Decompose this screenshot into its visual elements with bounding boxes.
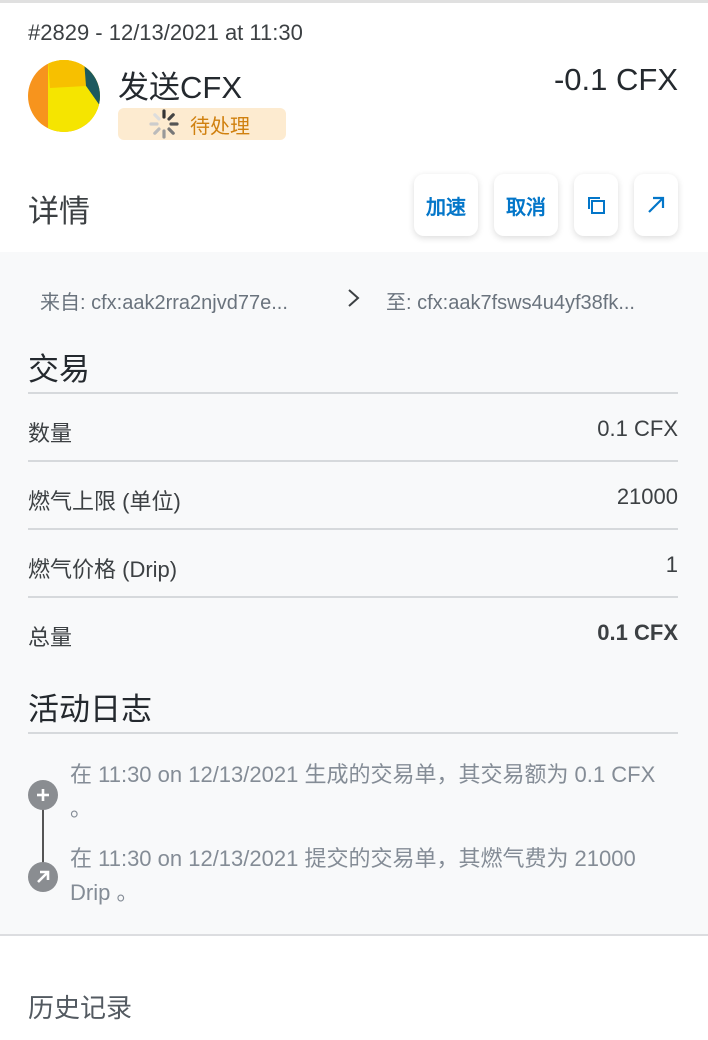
total-label: 总量 [28, 625, 73, 650]
details-heading: 详情 [28, 194, 90, 229]
divider [28, 460, 678, 462]
divider [28, 732, 678, 734]
speed-up-button[interactable]: 加速 [414, 174, 478, 236]
history-heading: 历史记录 [28, 993, 133, 1023]
to-address[interactable]: 至: cfx:aak7fsws4u4yf38fk... [386, 286, 635, 315]
gas-limit-value: 21000 [616, 484, 678, 509]
cancel-button[interactable]: 取消 [494, 174, 558, 236]
arrow-up-right-icon [28, 862, 58, 892]
trade-heading: 交易 [28, 352, 90, 387]
activity-entry: 在 11:30 on 12/13/2021 提交的交易单，其燃气费为 21000… [70, 846, 636, 905]
top-divider [0, 0, 708, 3]
copy-icon [588, 197, 605, 214]
gas-price-value: 1 [665, 552, 678, 577]
spinner-icon [149, 109, 179, 139]
divider [28, 528, 678, 530]
divider [28, 596, 678, 598]
gas-price-label: 燃气价格 (Drip) [28, 557, 178, 582]
activity-log-heading: 活动日志 [28, 692, 152, 727]
status-badge: 待处理 [118, 108, 286, 140]
plus-icon [28, 780, 58, 810]
chevron-right-icon [348, 289, 360, 307]
from-address[interactable]: 来自: cfx:aak2rra2njvd77e... [40, 286, 288, 315]
gas-limit-label: 燃气上限 (单位) [28, 489, 181, 514]
token-avatar [28, 60, 100, 132]
transaction-meta: #2829 - 12/13/2021 at 11:30 [28, 20, 303, 45]
open-in-explorer-button[interactable] [634, 174, 678, 236]
amount-value: 0.1 CFX [597, 416, 678, 441]
timeline-line [42, 808, 44, 870]
transaction-amount: -0.1 CFX [553, 62, 678, 97]
details-panel [0, 252, 708, 934]
amount-label: 数量 [28, 421, 73, 446]
divider [28, 392, 678, 394]
activity-entry: 在 11:30 on 12/13/2021 生成的交易单，其交易额为 0.1 C… [70, 762, 656, 821]
total-value: 0.1 CFX [597, 620, 678, 645]
transaction-title: 发送CFX [118, 70, 242, 105]
status-label: 待处理 [190, 115, 250, 138]
copy-button[interactable] [574, 174, 618, 236]
external-link-icon [648, 196, 665, 213]
panel-divider [0, 934, 708, 936]
